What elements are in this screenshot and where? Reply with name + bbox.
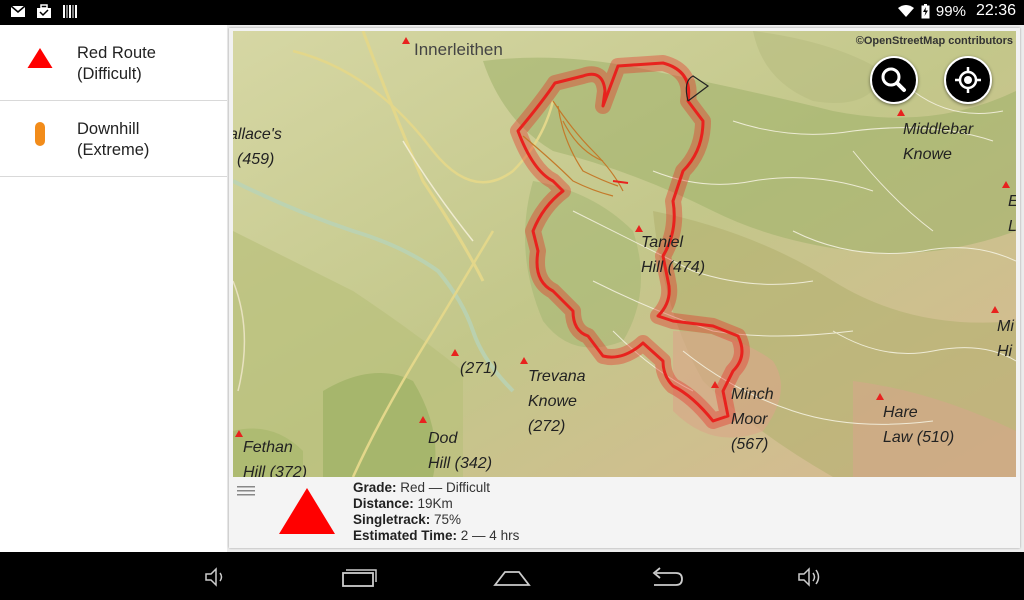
map-label-taniel: Taniel (641, 234, 684, 251)
briefcase-icon (37, 4, 51, 18)
wifi-icon (897, 5, 914, 17)
map-attribution: ©OpenStreetMap contributors (855, 35, 1013, 47)
sidebar-item-label: Red Route (Difficult) (77, 44, 156, 83)
map-label-e: E (1008, 189, 1016, 214)
status-bar: 99% 22:36 (0, 0, 1024, 25)
search-button[interactable] (870, 56, 918, 104)
map-label-trevana-3: (272) (528, 418, 566, 435)
route-type-sidebar: Red Route (Difficult) Downhill (Extreme) (0, 25, 227, 552)
map-label-mi: Mi (997, 318, 1014, 335)
map-label-mi-2: Hi (997, 343, 1013, 360)
system-nav-bar (0, 552, 1024, 600)
map-label-dod: Dod (428, 430, 458, 447)
red-triangle-icon (27, 48, 53, 68)
route-info-panel: Grade: Red — Difficult Distance: 19Km Si… (229, 477, 1020, 548)
map-label-dod-2: Hill (342) (428, 455, 493, 472)
map-label-wallace-height: (459) (237, 151, 275, 168)
back-icon[interactable] (648, 564, 684, 590)
grade-triangle-icon (279, 488, 335, 534)
map-label-fethan-2: Hill (372) (243, 464, 308, 477)
volume-down-icon[interactable] (203, 564, 227, 590)
gmail-icon (10, 5, 26, 17)
town-label: Innerleithen (414, 40, 503, 59)
map-label-trevana-2: Knowe (528, 393, 577, 410)
map-label-taniel-2: Hill (474) (641, 259, 706, 276)
singletrack-row: Singletrack: 75% (353, 512, 462, 527)
map-label-minch: Minch (731, 386, 774, 403)
time-row: Estimated Time: 2 — 4 hrs (353, 528, 520, 543)
map-label-hare: Hare (883, 404, 918, 421)
map-label-fethan: Fethan (243, 439, 293, 456)
route-details: Grade: Red — Difficult Distance: 19Km Si… (353, 480, 519, 544)
map-label-middlebar-2: Knowe (903, 146, 952, 163)
locate-button[interactable] (944, 56, 992, 104)
map-label-middlebar: Middlebar (903, 121, 974, 138)
map-view[interactable]: ©OpenStreetMap contributors Innerleithen… (233, 31, 1016, 477)
clock: 22:36 (975, 2, 1016, 19)
search-icon (881, 67, 906, 92)
route-card: ©OpenStreetMap contributors Innerleithen… (229, 28, 1020, 548)
recents-icon[interactable] (340, 564, 378, 590)
orange-pill-icon (35, 122, 45, 146)
map-label-trevana: Trevana (528, 368, 586, 385)
map-label-minch-2: Moor (731, 411, 768, 428)
grade-row: Grade: Red — Difficult (353, 480, 491, 495)
volume-up-icon[interactable] (796, 564, 822, 590)
home-icon[interactable] (492, 564, 532, 590)
map-label-wallace: allace's (233, 126, 282, 143)
barcode-icon (63, 5, 77, 18)
map-label-271: (271) (460, 360, 498, 377)
distance-row: Distance: 19Km (353, 496, 453, 511)
app-content: Red Route (Difficult) Downhill (Extreme) (0, 25, 1024, 552)
sidebar-item-downhill[interactable]: Downhill (Extreme) (0, 101, 227, 177)
sidebar-item-label: Downhill (Extreme) (77, 120, 150, 159)
map-label-minch-3: (567) (731, 436, 769, 453)
drag-handle-icon[interactable] (237, 486, 255, 496)
map-label-hare-2: Law (510) (883, 429, 955, 446)
sidebar-item-red-route[interactable]: Red Route (Difficult) (0, 25, 227, 101)
locate-icon (955, 67, 981, 93)
map-label-e-2: L (1008, 214, 1016, 239)
battery-percent: 99% (935, 2, 966, 20)
battery-icon (921, 3, 930, 18)
